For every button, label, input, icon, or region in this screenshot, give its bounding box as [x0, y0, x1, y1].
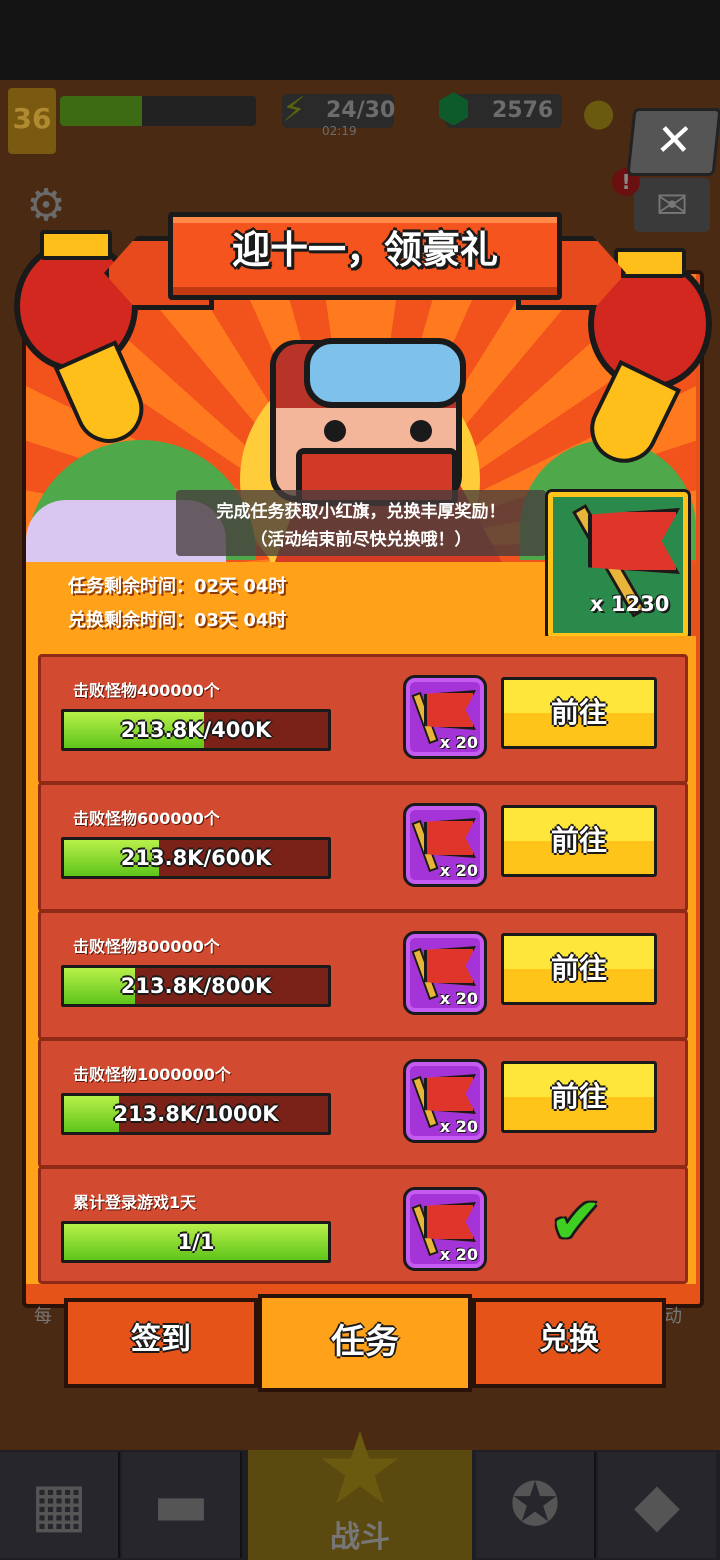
red-flag-icon — [424, 1202, 476, 1242]
red-flag-icon — [424, 946, 476, 986]
task-time-remaining: 任务剩余时间：02天 04时 — [68, 576, 287, 597]
xp-bar-fill — [60, 96, 142, 126]
progress-text: 213.8K/1000K — [113, 1102, 279, 1126]
task-card: 击败怪物400000个 213.8K/400K x 20 前往 — [38, 654, 688, 784]
task-progress-bar: 213.8K/400K — [61, 709, 331, 751]
ticket-icon: ◆ — [633, 1470, 681, 1540]
lantern-cap — [40, 230, 112, 260]
energy-value: 24/30 — [326, 98, 396, 123]
mail-icon[interactable]: ✉ — [634, 178, 710, 232]
event-title: 迎十一，领豪礼 — [231, 228, 498, 272]
task-title: 击败怪物800000个 — [73, 937, 220, 956]
coin-icon[interactable]: ● — [582, 90, 615, 134]
lightning-icon: ⚡ — [282, 90, 306, 130]
gem-icon: ⬢ — [436, 86, 471, 132]
reward-quantity: x 20 — [439, 1117, 478, 1136]
reward-item[interactable]: x 20 — [403, 1059, 487, 1143]
task-progress-bar: 213.8K/600K — [61, 837, 331, 879]
shop-icon: ▦ — [30, 1470, 88, 1540]
task-progress-bar: 1/1 — [61, 1221, 331, 1263]
character-eye — [324, 420, 346, 442]
nav-shop[interactable]: ▦ — [0, 1452, 120, 1558]
nav-talent[interactable]: ✪ — [476, 1452, 596, 1558]
player-level-badge: 36 — [8, 88, 56, 154]
nav-equipment[interactable]: ▬ — [122, 1452, 242, 1558]
badge-icon: ✪ — [509, 1470, 561, 1540]
task-progress-bar: 213.8K/1000K — [61, 1093, 331, 1135]
progress-text: 213.8K/600K — [120, 846, 272, 870]
go-button[interactable]: 前往 — [501, 933, 657, 1005]
reward-item[interactable]: x 20 — [403, 675, 487, 759]
reward-item[interactable]: x 20 — [403, 803, 487, 887]
background-label: 动 — [664, 1306, 682, 1327]
task-card: 击败怪物1000000个 213.8K/1000K x 20 前往 — [38, 1038, 688, 1168]
task-card: 累计登录游戏1天 1/1 x 20 ✔ — [38, 1166, 688, 1284]
tab-exchange[interactable]: 兑换 — [472, 1298, 666, 1388]
red-flag-icon — [424, 818, 476, 858]
xp-bar — [60, 96, 256, 126]
energy-timer: 02:19 — [322, 124, 357, 138]
task-title: 击败怪物400000个 — [73, 681, 220, 700]
reward-quantity: x 20 — [439, 733, 478, 752]
tab-task[interactable]: 任务 — [258, 1294, 472, 1392]
character-eye — [410, 420, 432, 442]
go-button[interactable]: 前往 — [501, 805, 657, 877]
reward-item[interactable]: x 20 — [403, 931, 487, 1015]
red-flag-icon — [424, 690, 476, 730]
gun-icon: ▬ — [152, 1470, 210, 1540]
task-card: 击败怪物800000个 213.8K/800K x 20 前往 — [38, 910, 688, 1040]
go-button[interactable]: 前往 — [501, 677, 657, 749]
nav-evolve[interactable]: ◆ — [598, 1452, 716, 1558]
reward-item[interactable]: x 20 — [403, 1187, 487, 1271]
nav-battle-label: 战斗 — [330, 1520, 390, 1555]
event-description: 完成任务获取小红旗，兑换丰厚奖励！ — [216, 502, 506, 522]
event-description-note: （活动结束前尽快兑换哦！） — [250, 530, 472, 550]
task-title: 累计登录游戏1天 — [73, 1193, 197, 1212]
star-icon: ★ — [315, 1410, 405, 1527]
reward-quantity: x 20 — [439, 1245, 478, 1264]
background-label: 每 — [34, 1306, 52, 1327]
red-flag-count: x 1230 — [590, 592, 670, 616]
exchange-time-remaining: 兑换剩余时间：03天 04时 — [68, 610, 287, 631]
progress-text: 213.8K/800K — [120, 974, 272, 998]
task-card: 击败怪物600000个 213.8K/600K x 20 前往 — [38, 782, 688, 912]
task-progress-bar: 213.8K/800K — [61, 965, 331, 1007]
gear-icon[interactable]: ⚙ — [20, 180, 72, 232]
checkmark-icon: ✔ — [549, 1185, 603, 1259]
reward-quantity: x 20 — [439, 989, 478, 1008]
progress-text: 1/1 — [177, 1230, 215, 1254]
progress-text: 213.8K/400K — [120, 718, 272, 742]
close-button[interactable]: ✕ — [626, 108, 720, 176]
tab-signin[interactable]: 签到 — [64, 1298, 258, 1388]
character-goggles — [304, 338, 466, 408]
go-button[interactable]: 前往 — [501, 1061, 657, 1133]
status-bar-area — [0, 0, 720, 80]
reward-quantity: x 20 — [439, 861, 478, 880]
red-flag-icon — [424, 1074, 476, 1114]
task-title: 击败怪物1000000个 — [73, 1065, 231, 1084]
gem-value: 2576 — [492, 98, 554, 123]
task-title: 击败怪物600000个 — [73, 809, 220, 828]
